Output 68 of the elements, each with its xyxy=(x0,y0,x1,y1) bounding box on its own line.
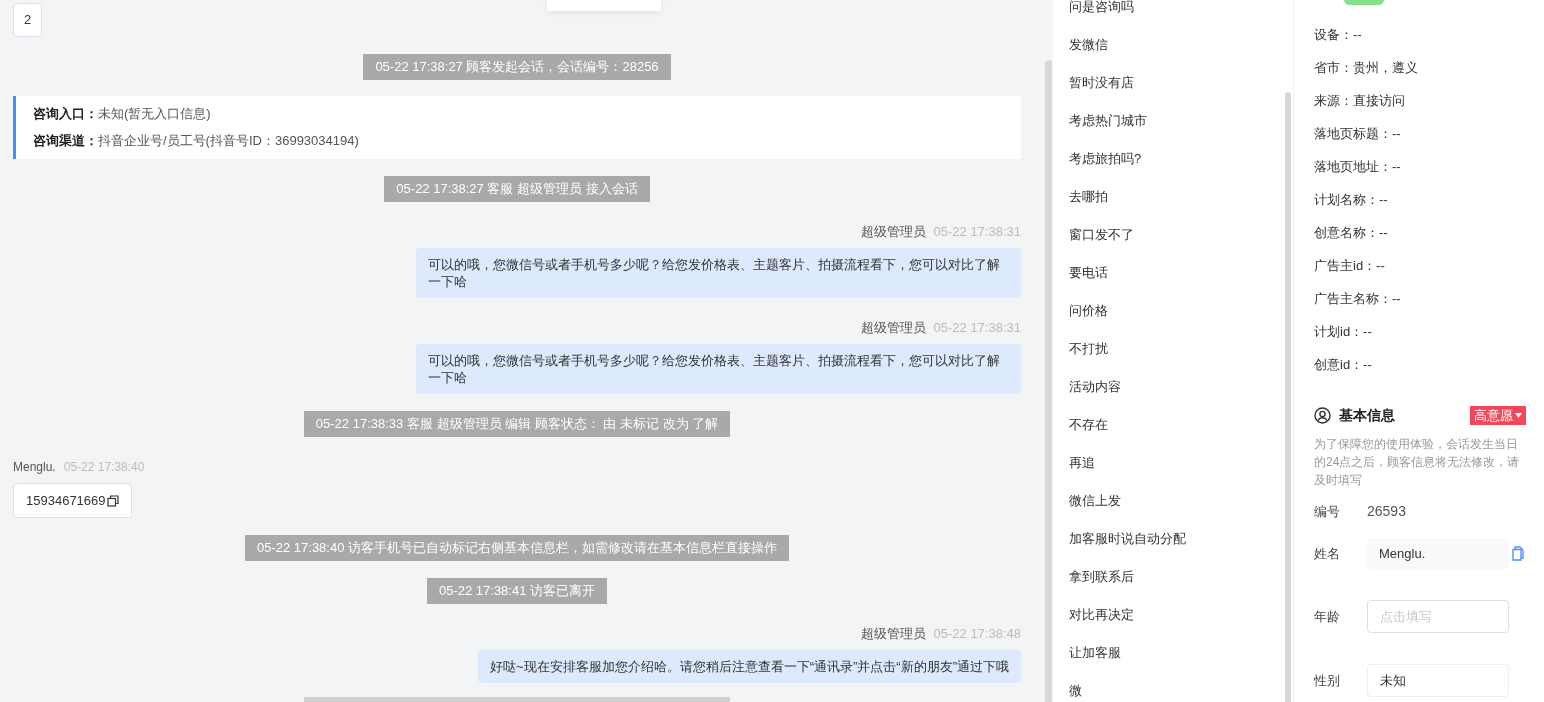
info-line: 计划名称：-- xyxy=(1314,190,1388,209)
info-label: 咨询渠道： xyxy=(33,132,98,150)
quick-reply-item[interactable]: 暂时没有店 xyxy=(1069,64,1285,102)
system-notice: 05-22 17:38:27 客服 超级管理员 接入会话 xyxy=(384,176,650,202)
quick-reply-item[interactable]: 发微信 xyxy=(1069,26,1285,64)
avatar xyxy=(1344,0,1384,5)
field-label: 年龄 xyxy=(1314,607,1341,626)
message-bubble: 好哒~现在安排客服加您介绍哈。请您稍后注意查看一下“通讯录”并点击“新的朋友”通过下哦 xyxy=(478,650,1021,683)
message-bubble: 可以的哦，您微信号或者手机号多少呢？给您发价格表、主题客片、拍摄流程看下，您可以对比了解一下哈 xyxy=(416,344,1021,394)
info-line: 创意id：-- xyxy=(1314,355,1372,374)
copy-icon[interactable] xyxy=(106,494,119,507)
info-value: 未知(暂无入口信息) xyxy=(98,105,211,123)
quick-reply-item[interactable]: 活动内容 xyxy=(1069,368,1285,406)
quick-reply-item[interactable]: 窗口发不了 xyxy=(1069,216,1285,254)
message-time: 05-22 17:38:31 xyxy=(933,224,1021,240)
quick-reply-item[interactable]: 要电话 xyxy=(1069,254,1285,292)
quick-reply-item[interactable]: 问是咨询吗 xyxy=(1069,0,1285,26)
info-line: 计划id：-- xyxy=(1314,322,1372,341)
quick-reply-item[interactable]: 考虑热门城市 xyxy=(1069,102,1285,140)
system-notice: 05-22 17:38:33 客服 超级管理员 编辑 顾客状态： 由 未标记 改为 了解 xyxy=(303,411,731,437)
quick-reply-item[interactable]: 考虑旅拍吗? xyxy=(1069,140,1285,178)
quick-reply-item[interactable]: 不存在 xyxy=(1069,406,1285,444)
sender-name: Menglu. xyxy=(13,459,56,475)
system-notice: 05-22 17:38:27 顾客发起会话，会话编号：28256 xyxy=(363,54,671,80)
info-line: 来源：直接访问 xyxy=(1314,91,1405,110)
sender-name: 超级管理员 xyxy=(860,320,926,336)
message-time: 05-22 17:38:40 xyxy=(63,459,145,475)
sender-name: 超级管理员 xyxy=(860,224,926,240)
system-notice: 05-22 17:38:41 访客已离开 xyxy=(426,578,608,604)
input-field[interactable]: 未知 xyxy=(1367,664,1509,697)
sender-name: 超级管理员 xyxy=(860,626,926,642)
scrollbar-thumb[interactable] xyxy=(1285,92,1291,702)
name-field[interactable]: Menglu. xyxy=(1367,538,1509,569)
info-line: 设备：-- xyxy=(1314,25,1362,44)
info-line: 落地页标题：-- xyxy=(1314,124,1401,143)
user-icon xyxy=(1314,407,1331,424)
quick-reply-item[interactable]: 拿到联系后 xyxy=(1069,558,1285,596)
field-value: 26593 xyxy=(1367,502,1406,521)
quick-reply-item[interactable]: 微 xyxy=(1069,672,1285,702)
message-time: 05-22 17:38:48 xyxy=(933,626,1021,642)
scrollbar-thumb[interactable] xyxy=(1044,60,1052,702)
info-line: 落地页地址：-- xyxy=(1314,157,1401,176)
info-label: 咨询入口： xyxy=(33,105,98,123)
system-notice: 05-22 17:38:40 访客手机号已自动标记右侧基本信息栏，如需修改请在基本信息栏直接操作 xyxy=(244,535,790,561)
quick-reply-item[interactable]: 让加客服 xyxy=(1069,634,1285,672)
message-bubble: 可以的哦，您微信号或者手机号多少呢？给您发价格表、主题客片、拍摄流程看下，您可以对比了解一下哈 xyxy=(416,248,1021,298)
message-bubble: 2 xyxy=(13,3,43,37)
caret-icon xyxy=(1515,413,1522,418)
field-label: 姓名 xyxy=(1314,544,1341,563)
section-title: 基本信息 xyxy=(1339,406,1395,425)
info-line: 省市：贵州，遵义 xyxy=(1314,58,1418,77)
quick-reply-item[interactable]: 不打扰 xyxy=(1069,330,1285,368)
info-line: 广告主名称：-- xyxy=(1314,289,1401,308)
field-label: 编号 xyxy=(1314,502,1341,521)
message-text: 15934671669 xyxy=(26,491,106,510)
field-label: 性别 xyxy=(1314,671,1341,690)
quick-reply-item[interactable]: 再追 xyxy=(1069,444,1285,482)
message-time: 05-22 17:38:31 xyxy=(933,320,1021,336)
quick-reply-item[interactable]: 加客服时说自动分配 xyxy=(1069,520,1285,558)
info-value: 抖音企业号/员工号(抖音号ID：36993034194) xyxy=(98,132,359,150)
quick-reply-item[interactable]: 去哪拍 xyxy=(1069,178,1285,216)
quick-reply-item[interactable]: 微信上发 xyxy=(1069,482,1285,520)
quick-reply-item[interactable]: 问价格 xyxy=(1069,292,1285,330)
quick-reply-item[interactable]: 对比再决定 xyxy=(1069,596,1285,634)
info-line: 广告主id：-- xyxy=(1314,256,1385,275)
info-line: 创意名称：-- xyxy=(1314,223,1388,242)
notice-text: 为了保障您的使用体验，会话发生当日的24点之后，顾客信息将无法修改，请及时填写 xyxy=(1314,436,1521,489)
intent-tag[interactable]: 高意愿 xyxy=(1470,406,1526,425)
